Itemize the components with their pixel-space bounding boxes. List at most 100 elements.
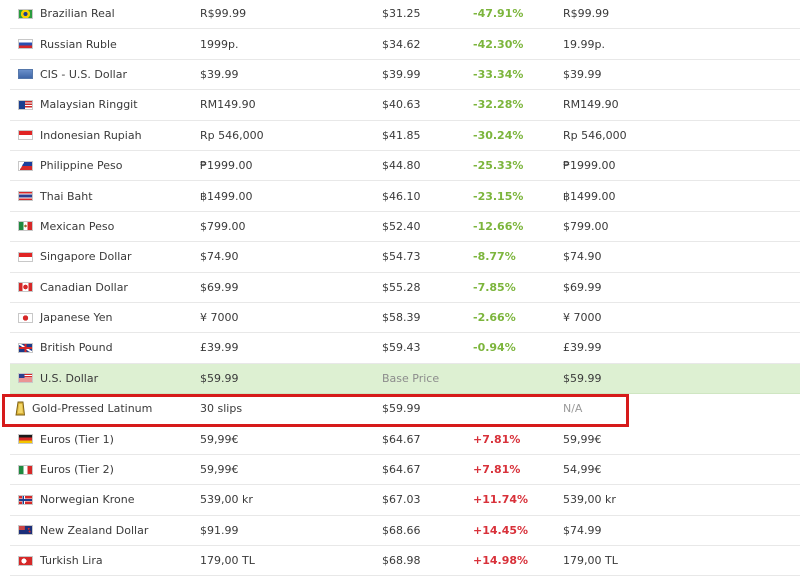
currency-cell: Russian Ruble	[18, 29, 117, 58]
percent-difference: +7.81%	[473, 463, 521, 477]
local-price: R$99.99	[200, 7, 247, 21]
other-price: $39.99	[563, 67, 602, 81]
table-row: Turkish Lira 179,00 TL $68.98 +14.98% 179,00…	[10, 546, 800, 577]
percent-difference: -33.34%	[473, 67, 524, 81]
local-price: $91.99	[200, 523, 239, 537]
other-price: 19.99p.	[563, 37, 605, 51]
percent-difference: -42.30%	[473, 37, 524, 51]
mexico-flag-icon	[18, 221, 33, 232]
usd-price: $59.99	[382, 402, 421, 416]
currency-name: Russian Ruble	[40, 37, 117, 51]
usd-price: $68.98	[382, 554, 421, 568]
usd-price: $34.62	[382, 37, 421, 51]
other-price: ₱1999.00	[563, 159, 616, 173]
other-price: 179,00 TL	[563, 554, 618, 568]
indonesia-flag-icon	[18, 130, 33, 141]
percent-difference: -32.28%	[473, 98, 524, 112]
currency-name: Canadian Dollar	[40, 280, 128, 294]
currency-name: Gold-Pressed Latinum	[32, 402, 153, 416]
base-price-label: Base Price	[382, 371, 440, 385]
currency-name: Brazilian Real	[40, 7, 115, 21]
percent-difference: -0.94%	[473, 341, 516, 355]
local-price: Rp 546,000	[200, 128, 264, 142]
table-row: Canadian Dollar $69.99 $55.28 -7.85% $69.99	[10, 273, 800, 303]
local-price: 539,00 kr	[200, 493, 253, 507]
philippines-flag-icon	[18, 160, 33, 171]
table-row: Japanese Yen ¥ 7000 $58.39 -2.66% ¥ 7000	[10, 303, 800, 334]
table-row: Malaysian Ringgit RM149.90 $40.63 -32.28% RM…	[10, 90, 800, 121]
percent-difference: -2.66%	[473, 311, 516, 325]
malaysia-flag-icon	[18, 99, 33, 110]
singapore-flag-icon	[18, 251, 33, 262]
other-price: Rp 546,000	[563, 128, 627, 142]
other-price: 59,99€	[563, 432, 602, 446]
currency-name: Euros (Tier 2)	[40, 463, 114, 477]
currency-name: Philippine Peso	[40, 159, 123, 173]
usd-price: $39.99	[382, 67, 421, 81]
germany-flag-icon	[18, 434, 33, 445]
table-row: Euros (Tier 2) 59,99€ $64.67 +7.81% 54,99€	[10, 455, 800, 486]
currency-cell: Malaysian Ringgit	[18, 90, 138, 119]
currency-name: New Zealand Dollar	[40, 523, 149, 537]
table-row: British Pound £39.99 $59.43 -0.94% £39.99	[10, 333, 800, 364]
uk-flag-icon	[18, 342, 33, 353]
currency-cell: Mexican Peso	[18, 212, 114, 241]
usd-price: $58.39	[382, 311, 421, 325]
table-row: Singapore Dollar $74.90 $54.73 -8.77% $74.90	[10, 242, 800, 273]
currency-cell: Indonesian Rupiah	[18, 121, 142, 150]
canada-flag-icon	[18, 282, 33, 293]
percent-difference: -23.15%	[473, 189, 524, 203]
currency-name: Turkish Lira	[40, 554, 103, 568]
local-price: 179,00 TL	[200, 554, 255, 568]
percent-difference: -25.33%	[473, 159, 524, 173]
other-price: $74.90	[563, 250, 602, 264]
highlighted-row: Gold-Pressed Latinum 30 slips $59.99 N/A	[10, 394, 800, 424]
percent-difference: +14.45%	[473, 523, 529, 537]
usd-price: $41.85	[382, 128, 421, 142]
table-row: Mexican Peso $799.00 $52.40 -12.66% $799.00	[10, 212, 800, 243]
other-price: ¥ 7000	[563, 311, 602, 325]
currency-cell: New Zealand Dollar	[18, 516, 148, 545]
usd-price: $52.40	[382, 219, 421, 233]
usd-price: $64.67	[382, 432, 421, 446]
price-table: Brazilian Real R$99.99 $31.25 -47.91% R$99.9…	[10, 0, 800, 577]
table-row: Euros (Tier 1) 59,99€ $64.67 +7.81% 59,99€	[10, 424, 800, 455]
currency-cell: Turkish Lira	[18, 546, 103, 575]
currency-cell: Euros (Tier 2)	[18, 455, 114, 484]
other-price: 539,00 kr	[563, 493, 616, 507]
local-price: 59,99€	[200, 463, 239, 477]
table-row: CIS - U.S. Dollar $39.99 $39.99 -33.34% $39.…	[10, 60, 800, 91]
other-price: R$99.99	[563, 7, 610, 21]
cis-flag-icon	[18, 69, 33, 80]
currency-cell: Philippine Peso	[18, 151, 123, 180]
currency-name: Mexican Peso	[40, 219, 115, 233]
currency-cell: CIS - U.S. Dollar	[18, 60, 127, 89]
table-row: Philippine Peso ₱1999.00 $44.80 -25.33% ₱199…	[10, 151, 800, 182]
percent-difference: +14.98%	[473, 554, 529, 568]
currency-cell: British Pound	[18, 333, 113, 362]
usd-price: $59.43	[382, 341, 421, 355]
table-row: Russian Ruble 1999p. $34.62 -42.30% 19.99p.	[10, 29, 800, 60]
other-price: ฿1499.00	[563, 189, 616, 203]
local-price: ¥ 7000	[200, 311, 239, 325]
currency-name: Japanese Yen	[40, 311, 113, 325]
russia-flag-icon	[18, 39, 33, 50]
usd-price: $55.28	[382, 280, 421, 294]
currency-cell: Singapore Dollar	[18, 242, 132, 271]
local-price: £39.99	[200, 341, 239, 355]
other-price: RM149.90	[563, 98, 619, 112]
norway-flag-icon	[18, 494, 33, 505]
other-price: £39.99	[563, 341, 602, 355]
usd-price: $44.80	[382, 159, 421, 173]
new-zealand-flag-icon	[18, 525, 33, 536]
local-price: $799.00	[200, 219, 246, 233]
gold-bar-icon	[15, 401, 25, 416]
other-price: $799.00	[563, 219, 609, 233]
table-row: New Zealand Dollar $91.99 $68.66 +14.45% $74…	[10, 516, 800, 547]
currency-name: Norwegian Krone	[40, 493, 135, 507]
percent-difference: -30.24%	[473, 128, 524, 142]
currency-cell: U.S. Dollar	[18, 364, 98, 393]
percent-difference: +7.81%	[473, 432, 521, 446]
currency-cell: Gold-Pressed Latinum	[15, 394, 153, 423]
currency-name: British Pound	[40, 341, 113, 355]
